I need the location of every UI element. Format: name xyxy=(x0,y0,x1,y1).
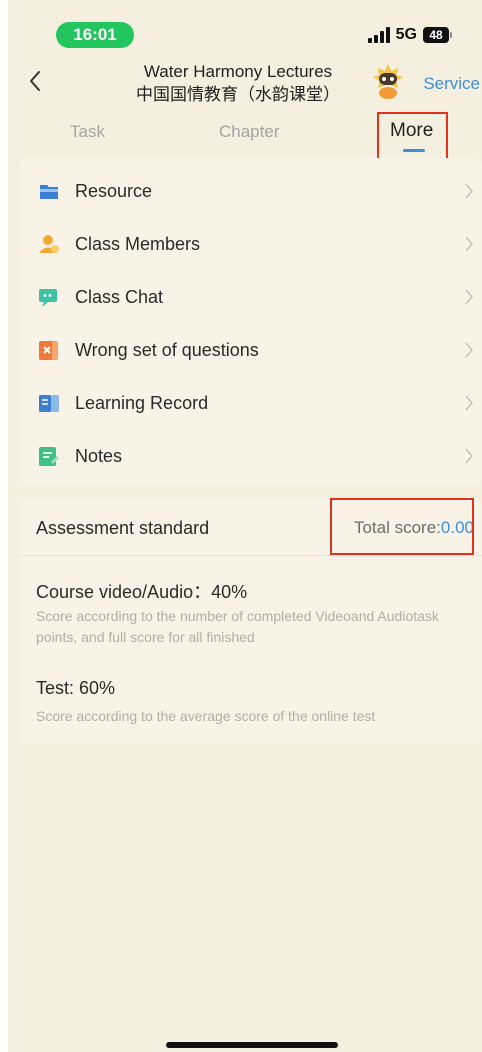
folder-icon xyxy=(40,185,58,199)
tab-chapter[interactable]: Chapter xyxy=(219,122,279,142)
criterion-desc: Score according to the number of complet… xyxy=(36,608,439,645)
criterion-title: Course video/Audio：40% xyxy=(36,582,248,602)
assessment-title: Assessment standard xyxy=(36,518,210,538)
network-type: 5G xyxy=(395,26,417,43)
status-time: 16:01 xyxy=(56,22,134,48)
page-title-line1: Water Harmony Lectures xyxy=(143,62,333,81)
menu-item-wrong-questions[interactable]: Wrong set of questions xyxy=(20,323,482,376)
chevron-right-icon xyxy=(465,342,474,358)
menu-item-resource[interactable]: Resource xyxy=(20,164,482,217)
battery-level: 48 xyxy=(423,27,449,43)
assessment-header: Assessment standard Total score:0.00 xyxy=(20,498,482,556)
menu-item-learning-record[interactable]: Learning Record xyxy=(20,376,482,429)
chevron-right-icon xyxy=(465,448,474,464)
menu-item-label: Class Chat xyxy=(75,287,164,307)
chevron-right-icon xyxy=(465,236,474,252)
app-screen: 16:01 5G 48 Water Harmony Lectures 中国国情教… xyxy=(8,0,482,1052)
menu-item-label: Learning Record xyxy=(75,393,209,413)
criterion-title: Test: 60% xyxy=(36,678,116,698)
chevron-right-icon xyxy=(465,183,474,199)
tab-task[interactable]: Task xyxy=(70,122,105,142)
menu-item-label: Wrong set of questions xyxy=(75,340,259,360)
chevron-right-icon xyxy=(465,395,474,411)
mascot-icon[interactable] xyxy=(370,62,406,100)
notes-icon xyxy=(39,447,59,466)
status-indicators: 5G 48 xyxy=(367,26,452,44)
book-icon xyxy=(39,395,59,412)
assessment-card: Assessment standard Total score:0.00 Cou… xyxy=(20,498,482,744)
service-link[interactable]: Service xyxy=(423,74,480,94)
home-indicator xyxy=(166,1042,338,1048)
wrong-questions-icon xyxy=(39,341,58,360)
chat-icon xyxy=(39,289,57,307)
menu-item-notes[interactable]: Notes xyxy=(20,429,482,482)
highlight-box-score xyxy=(330,498,474,555)
menu-item-label: Resource xyxy=(75,181,153,201)
menu-item-label: Notes xyxy=(75,446,123,466)
page-title-line2: 中国国情教育（水韵课堂） xyxy=(136,85,340,104)
more-menu: Resource Class Members Class Chat Wrong … xyxy=(20,158,482,486)
chevron-right-icon xyxy=(465,289,474,305)
menu-item-label: Class Members xyxy=(75,234,201,254)
criterion-desc: Score according to the average score of … xyxy=(36,708,376,724)
tab-bar: Task Chapter More xyxy=(8,108,482,164)
menu-item-class-chat[interactable]: Class Chat xyxy=(20,270,482,323)
menu-item-class-members[interactable]: Class Members xyxy=(20,217,482,270)
status-bar: 16:01 5G 48 xyxy=(8,0,482,56)
highlight-box-more xyxy=(377,112,448,164)
nav-header: Water Harmony Lectures 中国国情教育（水韵课堂） Serv… xyxy=(8,56,482,108)
page-title: Water Harmony Lectures 中国国情教育（水韵课堂） xyxy=(98,60,378,106)
chevron-left-icon xyxy=(30,71,40,91)
battery-icon: 48 xyxy=(423,27,452,43)
person-icon xyxy=(39,235,59,253)
back-button[interactable] xyxy=(24,66,46,96)
signal-icon xyxy=(367,27,390,43)
